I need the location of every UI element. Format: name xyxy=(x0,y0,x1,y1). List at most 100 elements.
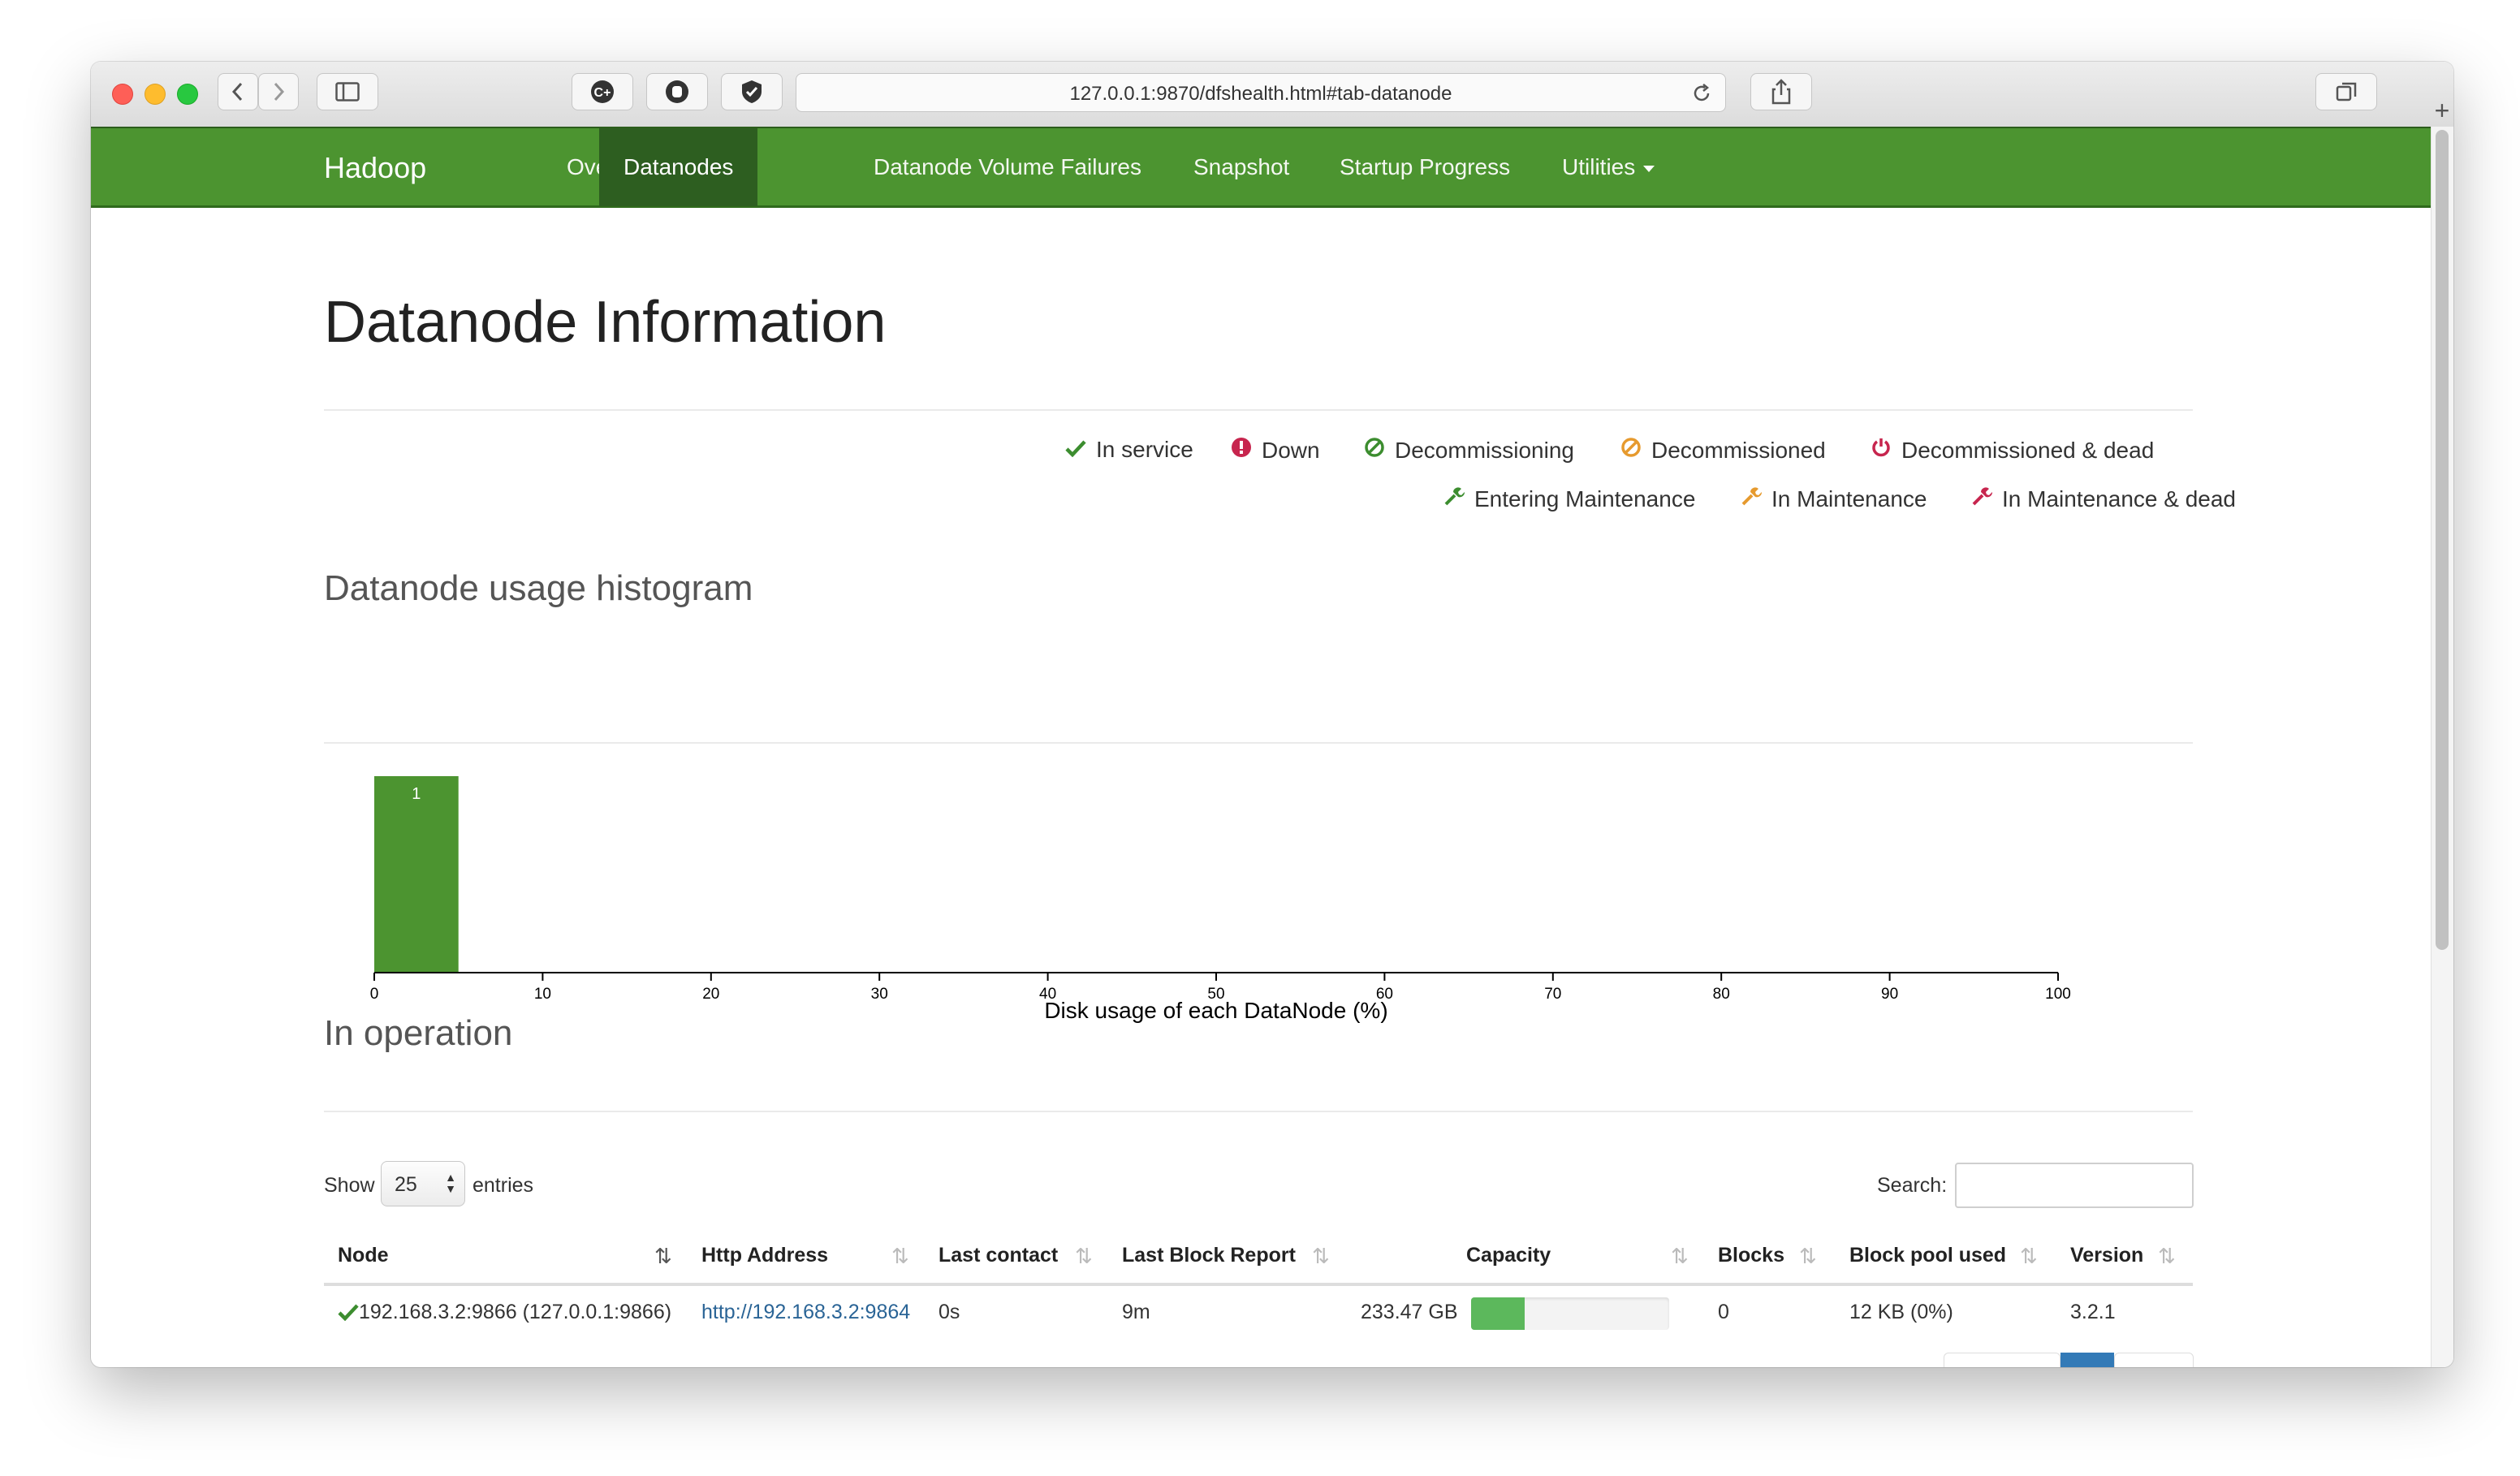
sort-icon[interactable]: ⇅ xyxy=(891,1244,909,1269)
exclamation-circle-icon xyxy=(1229,437,1254,464)
wrench-icon xyxy=(1739,486,1763,512)
pagination-previous[interactable] xyxy=(1944,1353,2060,1367)
navbar-brand[interactable]: Hadoop xyxy=(324,151,426,185)
search-input[interactable] xyxy=(1955,1163,2194,1208)
chart-x-tick-label: 0 xyxy=(370,986,379,1003)
sort-icon[interactable]: ⇅ xyxy=(1671,1244,1689,1269)
hadoop-navbar: Hadoop Overview Datanodes Datanode Volum… xyxy=(91,127,2431,208)
chart-x-tick-label: 90 xyxy=(1881,986,1898,1003)
power-icon xyxy=(1869,437,1893,464)
entries-select-value: 25 xyxy=(395,1173,417,1196)
capacity-progress-bar xyxy=(1471,1297,1669,1330)
chart-x-tick-label: 80 xyxy=(1713,986,1730,1003)
column-header-capacity[interactable]: Capacity xyxy=(1466,1244,1551,1267)
page-content: Datanode Information In service Down Dec… xyxy=(91,208,2431,1367)
reload-icon[interactable] xyxy=(1691,83,1712,104)
chevron-right-icon xyxy=(274,82,285,101)
tabs-icon xyxy=(2336,82,2357,101)
nav-datanode-volume-failures[interactable]: Datanode Volume Failures xyxy=(849,128,1166,206)
sort-icon[interactable]: ⇅ xyxy=(1075,1244,1093,1269)
legend-in-maintenance-dead: In Maintenance & dead xyxy=(1970,486,2236,512)
histogram-divider xyxy=(324,742,2193,744)
column-header-node[interactable]: Node xyxy=(338,1244,389,1267)
nav-snapshot[interactable]: Snapshot xyxy=(1169,128,1314,206)
forward-button[interactable] xyxy=(258,73,299,110)
chart-x-tick-label: 70 xyxy=(1544,986,1561,1003)
legend-label: In Maintenance & dead xyxy=(2002,486,2236,511)
node-cell: 192.168.3.2:9866 (127.0.0.1:9866) xyxy=(338,1301,671,1324)
table-header-divider xyxy=(324,1283,2193,1286)
check-icon xyxy=(1064,437,1088,463)
caret-down-icon xyxy=(1643,165,1655,172)
nav-datanodes[interactable]: Datanodes xyxy=(599,128,758,206)
share-button[interactable] xyxy=(1750,73,1812,110)
shield-icon xyxy=(742,80,762,103)
address-bar[interactable]: 127.0.0.1:9870/dfshealth.html#tab-datano… xyxy=(796,73,1726,112)
ban-icon xyxy=(1619,437,1643,464)
last-block-report-cell: 9m xyxy=(1122,1301,1150,1323)
histogram-heading: Datanode usage histogram xyxy=(324,568,753,608)
sort-icon[interactable]: ⇅ xyxy=(2020,1244,2038,1269)
entries-label: entries xyxy=(472,1174,534,1197)
chevron-left-icon xyxy=(231,82,243,101)
blocks-cell: 0 xyxy=(1718,1301,1729,1323)
zoom-window-button[interactable] xyxy=(177,84,198,105)
node-name: 192.168.3.2:9866 (127.0.0.1:9866) xyxy=(359,1301,672,1323)
close-window-button[interactable] xyxy=(112,84,133,105)
extension-c-plus-icon: C+ xyxy=(591,80,614,103)
ban-icon xyxy=(1362,437,1387,464)
column-header-http-address[interactable]: Http Address xyxy=(701,1244,828,1267)
http-address-link[interactable]: http://192.168.3.2:9864 xyxy=(701,1301,910,1324)
block-pool-used-cell: 12 KB (0%) xyxy=(1849,1301,1953,1323)
last-contact-cell: 0s xyxy=(939,1301,960,1323)
legend-decommissioned-dead: Decommissioned & dead xyxy=(1869,437,2154,464)
legend-label: In Maintenance xyxy=(1771,486,1927,511)
chart-x-tick-label: 100 xyxy=(2045,986,2071,1003)
column-header-last-contact[interactable]: Last contact xyxy=(939,1244,1058,1267)
hand-icon xyxy=(666,80,688,103)
pagination-current-page[interactable] xyxy=(2060,1353,2114,1367)
check-icon xyxy=(338,1304,359,1322)
chart-x-tick-label: 30 xyxy=(871,986,888,1003)
extension-button-1[interactable]: C+ xyxy=(572,73,633,110)
nav-startup-progress[interactable]: Startup Progress xyxy=(1315,128,1534,206)
histogram-bar xyxy=(374,776,459,973)
histogram-bar-label: 1 xyxy=(412,785,421,803)
back-button[interactable] xyxy=(218,73,258,110)
capacity-progress-fill xyxy=(1471,1297,1525,1330)
sidebar-icon xyxy=(335,82,360,101)
column-header-version[interactable]: Version xyxy=(2070,1244,2143,1267)
in-operation-heading: In operation xyxy=(324,1013,513,1053)
extension-button-2[interactable] xyxy=(646,73,708,110)
sort-icon[interactable]: ⇅ xyxy=(2158,1244,2176,1269)
usage-histogram-chart: 1 0 10 20 30 40 50 60 70 80 90 100 Disk usage of e… xyxy=(370,776,2071,1023)
tab-overview-button[interactable] xyxy=(2315,73,2377,110)
url-text: 127.0.0.1:9870/dfshealth.html#tab-datano… xyxy=(1069,83,1452,105)
wrench-icon xyxy=(1442,486,1466,512)
sort-icon[interactable]: ⇅ xyxy=(1312,1244,1330,1269)
legend-label: Decommissioned & dead xyxy=(1901,438,2155,463)
sort-icon[interactable]: ⇅ xyxy=(1799,1244,1817,1269)
legend-entering-maintenance: Entering Maintenance xyxy=(1442,486,1695,512)
show-label: Show xyxy=(324,1174,375,1197)
sort-asc-icon[interactable]: ⇅ xyxy=(654,1244,672,1269)
new-tab-plus-icon[interactable]: + xyxy=(2431,94,2453,127)
column-header-blocks[interactable]: Blocks xyxy=(1718,1244,1784,1267)
svg-text:C+: C+ xyxy=(594,86,611,100)
legend-label: Decommissioned xyxy=(1651,438,1826,463)
column-header-block-pool-used[interactable]: Block pool used xyxy=(1849,1244,2006,1267)
browser-window: C+ 127.0.0.1:9870/dfshealth.html#tab-dat… xyxy=(91,62,2453,1367)
sidebar-toggle-button[interactable] xyxy=(317,73,378,110)
entries-select[interactable]: 25 ▲ ▼ xyxy=(381,1161,465,1206)
wrench-icon xyxy=(1970,486,1994,512)
column-header-last-block-report[interactable]: Last Block Report xyxy=(1122,1244,1296,1267)
pagination-next[interactable] xyxy=(2114,1353,2194,1367)
minimize-window-button[interactable] xyxy=(145,84,166,105)
nav-utilities[interactable]: Utilities xyxy=(1538,128,1679,206)
extension-button-3[interactable] xyxy=(721,73,783,110)
page-title: Datanode Information xyxy=(324,290,887,355)
scrollbar-thumb[interactable] xyxy=(2436,130,2449,950)
legend-label: Decommissioning xyxy=(1395,438,1574,463)
capacity-cell: 233.47 GB xyxy=(1361,1301,1458,1323)
chart-x-tick-label: 10 xyxy=(534,986,551,1003)
